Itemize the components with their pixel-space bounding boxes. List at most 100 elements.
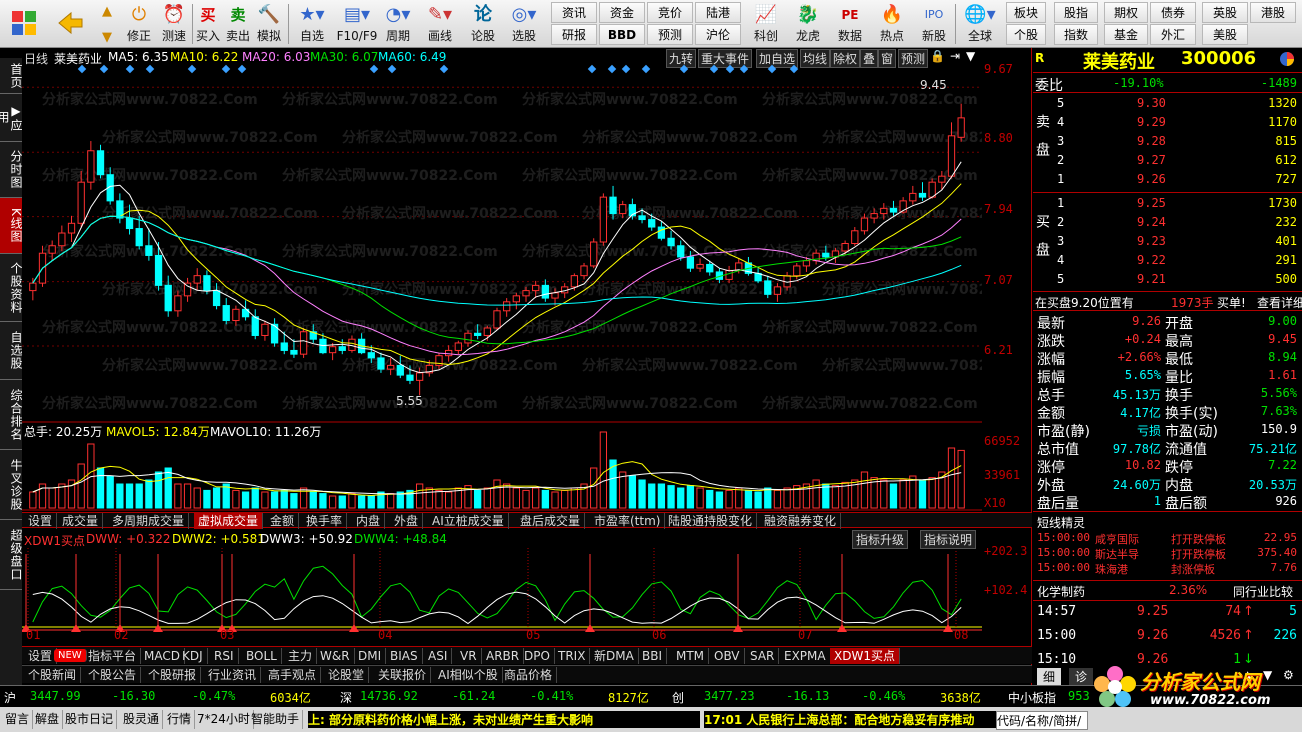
research-tab[interactable]: 研报: [551, 24, 597, 45]
nav-apps[interactable]: ▶应用: [0, 94, 23, 142]
volume-tab[interactable]: 外盘: [390, 513, 424, 529]
indicator-tab[interactable]: 主力: [284, 648, 318, 664]
draw-button[interactable]: ✎▾ 画线: [420, 2, 460, 46]
sector-tab[interactable]: 板块: [1006, 2, 1046, 23]
buy-price[interactable]: 9.21: [1137, 272, 1166, 286]
buy-price[interactable]: 9.25: [1137, 196, 1166, 210]
up-down-buttons[interactable]: ▲ ▼: [94, 2, 120, 46]
info-tab[interactable]: AI相似个股: [434, 667, 503, 683]
pie-icon[interactable]: [1279, 51, 1295, 70]
nav-watchlist[interactable]: 自选股: [0, 322, 23, 380]
volume-tab[interactable]: 设置: [24, 513, 58, 529]
indicator-tab[interactable]: DMI: [354, 648, 387, 664]
volume-tab[interactable]: AI立桩成交量: [428, 513, 509, 529]
period-button[interactable]: ◔▾ 周期: [380, 2, 416, 46]
nav-timeshare[interactable]: 分时图: [0, 142, 23, 198]
short-stock[interactable]: 咸亨国际: [1095, 531, 1139, 547]
search-input[interactable]: 代码/名称/简拼/: [996, 711, 1088, 730]
indicator-tab[interactable]: VR: [456, 648, 482, 664]
simulate-button[interactable]: 🔨 模拟: [254, 2, 284, 46]
bottom-item[interactable]: 智能助手: [248, 710, 304, 729]
nav-diagnosis[interactable]: 牛叉诊股: [0, 450, 23, 520]
discuss-button[interactable]: 论论股: [464, 2, 502, 46]
bbd-tab[interactable]: BBD: [599, 24, 645, 45]
nav-super-orderbook[interactable]: 超级盘口: [0, 520, 23, 590]
funds-market-tab[interactable]: 基金: [1104, 24, 1148, 45]
index-futures-tab[interactable]: 股指: [1054, 2, 1098, 23]
indicator-tab[interactable]: 新DMA: [590, 648, 639, 664]
info-tab[interactable]: 关联报价: [374, 667, 432, 683]
news-ticker-2[interactable]: 17:01 人民银行上海总部：配合地方稳妥有序推动: [704, 711, 996, 728]
volume-tab[interactable]: 虚拟成交量: [194, 513, 264, 529]
short-stock[interactable]: 珠海港: [1095, 561, 1128, 577]
indicator-tab[interactable]: BBI: [638, 648, 668, 664]
kline-chart[interactable]: 日线 莱美药业 MA5: 6.35 MA10: 6.22 MA20: 6.03 …: [22, 48, 1032, 685]
star-market-button[interactable]: 📈 科创: [748, 2, 784, 46]
sh-index[interactable]: 3447.99: [30, 689, 81, 703]
fix-button[interactable]: ⏻ 修正: [122, 2, 156, 46]
volume-tab[interactable]: 内盘: [352, 513, 386, 529]
info-tab[interactable]: 高手观点: [264, 667, 322, 683]
hk-connect-tab[interactable]: 陆港: [695, 2, 741, 23]
indicator-upgrade-button[interactable]: 指标升级: [852, 530, 909, 549]
watchlist-button[interactable]: ★▾ 自选: [292, 2, 332, 46]
sz-index[interactable]: 14736.92: [360, 689, 418, 703]
buy-price[interactable]: 9.24: [1137, 215, 1166, 229]
buy-button[interactable]: 买买入: [194, 2, 222, 46]
hot-button[interactable]: 🔥 热点: [874, 2, 910, 46]
volume-tab[interactable]: 换手率: [302, 513, 348, 529]
indicator-tab[interactable]: XDW1买点: [830, 648, 900, 664]
dropdown-icon[interactable]: ▼: [966, 49, 975, 63]
diagnose-tab[interactable]: 诊: [1069, 668, 1094, 685]
info-tab[interactable]: 论股堂: [324, 667, 370, 683]
bottom-item[interactable]: 行情: [164, 710, 196, 729]
f10-button[interactable]: ▤▾ F10/F9: [334, 2, 380, 46]
cy-index[interactable]: 3477.23: [704, 689, 755, 703]
volume-tab[interactable]: 市盈率(ttm): [590, 513, 666, 529]
forex-tab[interactable]: 外汇: [1150, 24, 1196, 45]
us-stocks-tab[interactable]: 美股: [1202, 24, 1248, 45]
indicator-tab[interactable]: TRIX: [554, 648, 591, 664]
global-button[interactable]: 🌐▾ 全球: [958, 2, 1002, 46]
nav-ranking[interactable]: 综合排名: [0, 380, 23, 450]
dragon-tiger-button[interactable]: 🐉 龙虎: [790, 2, 826, 46]
indicator-tab[interactable]: BIAS: [386, 648, 423, 664]
info-tab[interactable]: 个股研报: [144, 667, 202, 683]
buy-price[interactable]: 9.22: [1137, 253, 1166, 267]
volume-tab[interactable]: 陆股通持股变化: [664, 513, 758, 529]
info-tab[interactable]: 个股新闻: [24, 667, 82, 683]
hk-stocks-tab[interactable]: 港股: [1250, 2, 1296, 23]
sell-price[interactable]: 9.30: [1137, 96, 1166, 110]
bottom-item[interactable]: 留言: [2, 710, 34, 729]
back-button[interactable]: [52, 2, 88, 46]
indicator-tab[interactable]: 设置: [24, 648, 58, 664]
sell-price[interactable]: 9.27: [1137, 153, 1166, 167]
lock-icon[interactable]: 🔒: [930, 49, 945, 63]
ipo-button[interactable]: IPO 新股: [916, 2, 952, 46]
volume-tab[interactable]: 多周期成交量: [108, 513, 190, 529]
sell-price[interactable]: 9.26: [1137, 172, 1166, 186]
bottom-item[interactable]: 股灵通: [120, 710, 164, 729]
indicator-tab[interactable]: OBV: [710, 648, 745, 664]
indicator-tab[interactable]: KDJ: [178, 648, 208, 664]
sell-price[interactable]: 9.29: [1137, 115, 1166, 129]
nav-home[interactable]: 首页: [0, 58, 23, 94]
indices-tab[interactable]: 指数: [1054, 24, 1098, 45]
indicator-tab[interactable]: BOLL: [242, 648, 282, 664]
view-detail-link[interactable]: 查看详细: [1257, 294, 1302, 311]
sell-price[interactable]: 9.28: [1137, 134, 1166, 148]
funds-tab[interactable]: 资金: [599, 2, 645, 23]
stock-tab[interactable]: 个股: [1006, 24, 1046, 45]
indicator-tab[interactable]: DPO: [520, 648, 555, 664]
bottom-item[interactable]: 7*24小时: [194, 710, 254, 729]
buy-price[interactable]: 9.23: [1137, 234, 1166, 248]
data-button[interactable]: PE 数据: [832, 2, 868, 46]
industry-compare-link[interactable]: 同行业比较: [1233, 583, 1293, 600]
volume-tab[interactable]: 盘后成交量: [516, 513, 586, 529]
indicator-tab[interactable]: NEW: [54, 649, 87, 662]
up-arrow-icon[interactable]: ▲: [94, 2, 120, 28]
home-grid-button[interactable]: [4, 2, 44, 46]
zx-index[interactable]: 953: [1068, 689, 1090, 703]
news-tab[interactable]: 资讯: [551, 2, 597, 23]
uk-stocks-tab[interactable]: 英股: [1202, 2, 1248, 23]
